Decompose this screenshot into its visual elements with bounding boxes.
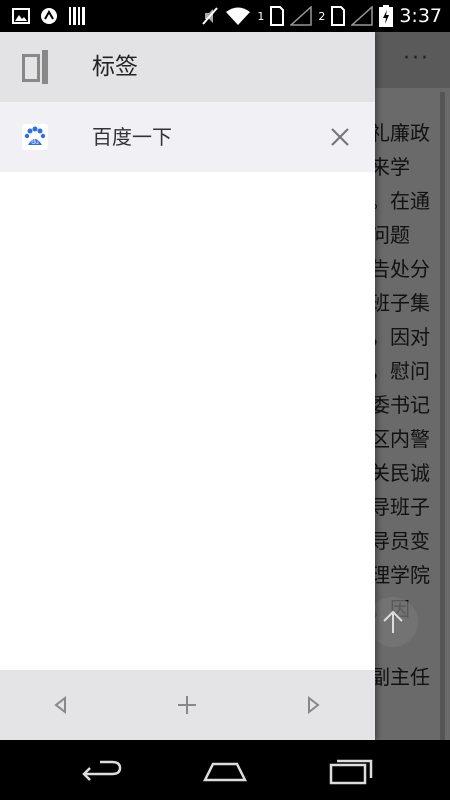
baidu-icon: du [22, 124, 48, 150]
status-bar-system: 1 2 3:37 [201, 3, 442, 29]
background-text-line: 礼廉政 [370, 121, 430, 145]
add-icon[interactable] [174, 692, 200, 718]
back-nav-icon[interactable] [74, 754, 126, 788]
tab-item[interactable]: du 百度一下 [0, 102, 375, 172]
background-text-line: 副主任 [370, 665, 430, 689]
signal-icon [351, 6, 374, 26]
background-text-line: ，慰问 [370, 359, 430, 383]
background-text-line: 关民诚 [370, 461, 430, 485]
drawer-header: 标签 [0, 32, 375, 102]
mute-icon [202, 7, 219, 25]
status-bar: 1 2 3:37 [0, 0, 450, 32]
barcode-icon [69, 7, 85, 25]
scroll-to-top-button[interactable] [368, 597, 418, 647]
drawer-title: 标签 [92, 54, 138, 80]
forward-icon[interactable] [300, 692, 326, 718]
background-text-line: 告处分 [370, 257, 430, 281]
sim1-icon [270, 6, 285, 26]
tabs-icon [22, 50, 48, 84]
wifi-icon [226, 7, 251, 25]
status-bar-notifications [12, 6, 86, 26]
home-nav-icon[interactable] [199, 754, 251, 788]
tabs-drawer: 标签 du 百度一下 [0, 32, 375, 740]
sync-icon [41, 8, 57, 24]
background-text-line: 导班子 [370, 495, 430, 519]
background-text-line: ，因对 [370, 325, 430, 349]
sim1-label: 1 [257, 9, 265, 23]
tab-title: 百度一下 [92, 125, 172, 149]
battery-charging-icon [379, 5, 394, 27]
background-text-line: 区内警 [370, 427, 430, 451]
background-text-line: 。在通 [370, 189, 430, 213]
background-text-line: 理学院 [370, 563, 430, 587]
background-text-line: 委书记 [370, 393, 430, 417]
recents-nav-icon[interactable] [325, 754, 377, 788]
scrollbar[interactable] [440, 92, 445, 740]
background-text-line: 班子集 [370, 291, 430, 315]
close-icon[interactable] [326, 123, 354, 151]
sim2-label: 2 [318, 9, 326, 23]
overflow-menu-icon[interactable]: ··· [403, 46, 430, 71]
sim2-icon [331, 6, 346, 26]
navigation-bar [0, 740, 450, 800]
svg-text:du: du [31, 139, 39, 146]
background-text-line: 导员变 [370, 529, 430, 553]
drawer-bottom-bar [0, 670, 375, 740]
background-text-line: 问题 [370, 223, 410, 247]
back-icon[interactable] [48, 692, 74, 718]
clock: 3:37 [399, 5, 442, 27]
arrow-up-icon [383, 610, 403, 633]
image-icon [12, 8, 30, 24]
signal-icon [290, 6, 313, 26]
background-text-line: 来学 [370, 155, 410, 179]
